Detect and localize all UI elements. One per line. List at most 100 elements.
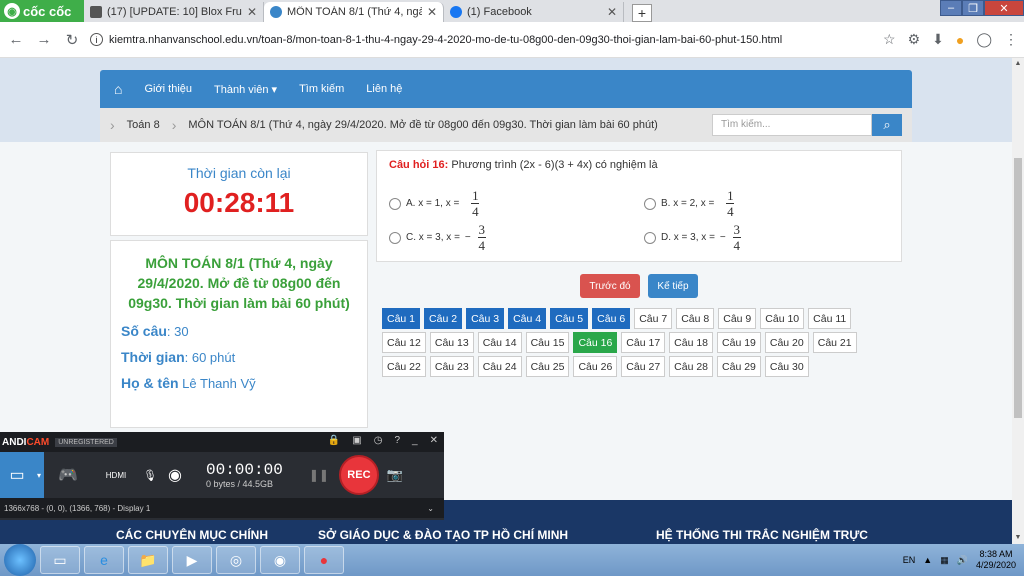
tab-mon-toan[interactable]: MÔN TOÁN 8/1 (Thứ 4, ngày ✕ <box>264 2 444 22</box>
screenshot-icon[interactable]: 📷 <box>387 467 403 483</box>
question-nav-button[interactable]: Câu 7 <box>634 308 673 329</box>
bandicam-titlebar[interactable]: ANDICAM UNREGISTERED 🔒 ▣ ◷ ? _ ✕ <box>0 432 444 452</box>
screen-mode-icon[interactable]: ▭ <box>0 452 34 498</box>
question-nav-button[interactable]: Câu 13 <box>429 332 474 353</box>
question-nav-button[interactable]: Câu 8 <box>676 308 715 329</box>
minimize-icon[interactable]: – <box>940 0 962 16</box>
start-button[interactable] <box>4 544 36 576</box>
question-nav-button[interactable]: Câu 25 <box>525 356 570 377</box>
language-indicator[interactable]: EN <box>903 555 916 565</box>
tab-close-icon[interactable]: ✕ <box>607 5 617 19</box>
taskbar-item-desktop[interactable]: ▭ <box>40 546 80 574</box>
back-icon[interactable]: ← <box>6 31 26 48</box>
question-nav-button[interactable]: Câu 29 <box>717 356 761 377</box>
tray-arrow-icon[interactable]: ▲ <box>923 555 932 565</box>
question-nav-button[interactable]: Câu 14 <box>477 332 522 353</box>
question-nav-button[interactable]: Câu 5 <box>550 308 589 329</box>
folder-icon[interactable]: ▣ <box>352 435 361 446</box>
url-field[interactable]: i kiemtra.nhanvanschool.edu.vn/toan-8/mo… <box>90 33 875 46</box>
scroll-down-icon[interactable]: ▼ <box>1012 532 1024 544</box>
question-nav-button[interactable]: Câu 16 <box>573 332 618 353</box>
question-nav-button[interactable]: Câu 10 <box>760 308 805 329</box>
search-button[interactable]: ⌕ <box>872 114 902 136</box>
download-icon[interactable]: ⬇ <box>932 31 944 48</box>
clock[interactable]: 8:38 AM 4/29/2020 <box>976 549 1016 571</box>
rec-button[interactable]: REC <box>338 455 379 495</box>
question-nav-button[interactable]: Câu 27 <box>621 356 666 377</box>
question-nav-button[interactable]: Câu 24 <box>477 356 522 377</box>
question-nav-button[interactable]: Câu 9 <box>718 308 757 329</box>
bookmark-star-icon[interactable]: ☆ <box>883 31 896 48</box>
page-scrollbar[interactable]: ▲ ▼ <box>1012 58 1024 544</box>
radio-a[interactable] <box>389 197 401 210</box>
taskbar-item-bandicam[interactable]: ● <box>304 546 344 574</box>
question-nav-button[interactable]: Câu 19 <box>717 332 761 353</box>
taskbar-item-coccoc[interactable]: ◉ <box>260 546 300 574</box>
close-icon[interactable]: ✕ <box>430 435 438 446</box>
chevron-down-icon[interactable]: ⌄ <box>427 504 434 513</box>
nav-item-lien-he[interactable]: Liên hệ <box>366 83 402 95</box>
nav-item-thanh-vien[interactable]: Thành viên ▾ <box>214 83 277 96</box>
maximize-icon[interactable]: ❐ <box>962 0 984 16</box>
forward-icon[interactable]: → <box>34 31 54 48</box>
taskbar-item-chrome[interactable]: ◎ <box>216 546 256 574</box>
question-nav-button[interactable]: Câu 11 <box>808 308 852 329</box>
tab-blox-fruits[interactable]: (17) [UPDATE: 10] Blox Fruits ✕ <box>84 2 264 22</box>
nav-item-tim-kiem[interactable]: Tìm kiếm <box>299 83 344 95</box>
question-nav-button[interactable]: Câu 21 <box>812 332 857 353</box>
alert-icon[interactable]: ● <box>956 32 964 48</box>
breadcrumb-item[interactable]: Toán 8 <box>127 119 160 131</box>
question-nav-button[interactable]: Câu 20 <box>764 332 809 353</box>
question-nav-button[interactable]: Câu 6 <box>592 308 631 329</box>
game-mode-icon[interactable]: 🎮 <box>44 452 92 498</box>
next-button[interactable]: Kế tiếp <box>648 274 698 298</box>
profile-icon[interactable]: ◯ <box>976 31 992 48</box>
question-nav-button[interactable]: Câu 17 <box>621 332 666 353</box>
tab-facebook[interactable]: (1) Facebook ✕ <box>444 2 624 22</box>
option-d[interactable]: D. x = 3, x = − 34 <box>644 223 741 252</box>
nav-item-gioi-thieu[interactable]: Giới thiệu <box>144 83 192 95</box>
coccoc-menu[interactable]: ◉ cốc cốc <box>0 0 84 22</box>
radio-d[interactable] <box>644 231 656 244</box>
question-nav-button[interactable]: Câu 12 <box>382 332 426 353</box>
question-nav-button[interactable]: Câu 3 <box>466 308 505 329</box>
option-c[interactable]: C. x = 3, x = − 34 <box>389 223 486 252</box>
minimize-icon[interactable]: _ <box>412 435 418 446</box>
taskbar-item-ie[interactable]: e <box>84 546 124 574</box>
hdmi-mode-icon[interactable]: HDMI <box>92 452 140 498</box>
mic-icon[interactable]: 🎙 <box>140 452 160 498</box>
option-b[interactable]: B. x = 2, x = 14 <box>644 189 735 218</box>
radio-c[interactable] <box>389 231 401 244</box>
home-icon[interactable]: ⌂ <box>114 81 122 97</box>
mode-dropdown-icon[interactable]: ▾ <box>34 452 44 498</box>
question-nav-button[interactable]: Câu 18 <box>669 332 714 353</box>
menu-icon[interactable]: ⋮ <box>1004 31 1018 48</box>
close-window-icon[interactable]: ✕ <box>984 0 1024 16</box>
taskbar-item-media[interactable]: ▶ <box>172 546 212 574</box>
help-icon[interactable]: ? <box>394 435 400 446</box>
pause-icon[interactable]: ❚❚ <box>309 468 329 482</box>
radio-b[interactable] <box>644 197 656 210</box>
question-nav-button[interactable]: Câu 4 <box>508 308 547 329</box>
tab-close-icon[interactable]: ✕ <box>427 5 437 19</box>
taskbar-item-explorer[interactable]: 📁 <box>128 546 168 574</box>
clock-icon[interactable]: ◷ <box>374 435 383 446</box>
network-icon[interactable]: ▦ <box>940 555 949 566</box>
new-tab-button[interactable]: + <box>632 4 652 22</box>
question-nav-button[interactable]: Câu 2 <box>424 308 463 329</box>
search-input[interactable]: Tìm kiếm... <box>712 114 872 136</box>
scroll-up-icon[interactable]: ▲ <box>1012 58 1024 70</box>
question-nav-button[interactable]: Câu 1 <box>382 308 421 329</box>
prev-button[interactable]: Trước đó <box>580 274 640 298</box>
tab-close-icon[interactable]: ✕ <box>247 5 257 19</box>
question-nav-button[interactable]: Câu 23 <box>429 356 474 377</box>
question-nav-button[interactable]: Câu 30 <box>764 356 809 377</box>
site-info-icon[interactable]: i <box>90 33 103 46</box>
reload-icon[interactable]: ↻ <box>62 31 82 49</box>
webcam-icon[interactable]: ◉ <box>160 452 190 498</box>
question-nav-button[interactable]: Câu 15 <box>525 332 570 353</box>
scroll-thumb[interactable] <box>1014 158 1022 418</box>
volume-icon[interactable]: 🔊 <box>957 555 968 566</box>
lock-icon[interactable]: 🔒 <box>328 435 340 446</box>
extension-icon[interactable]: ⚙ <box>908 31 921 48</box>
